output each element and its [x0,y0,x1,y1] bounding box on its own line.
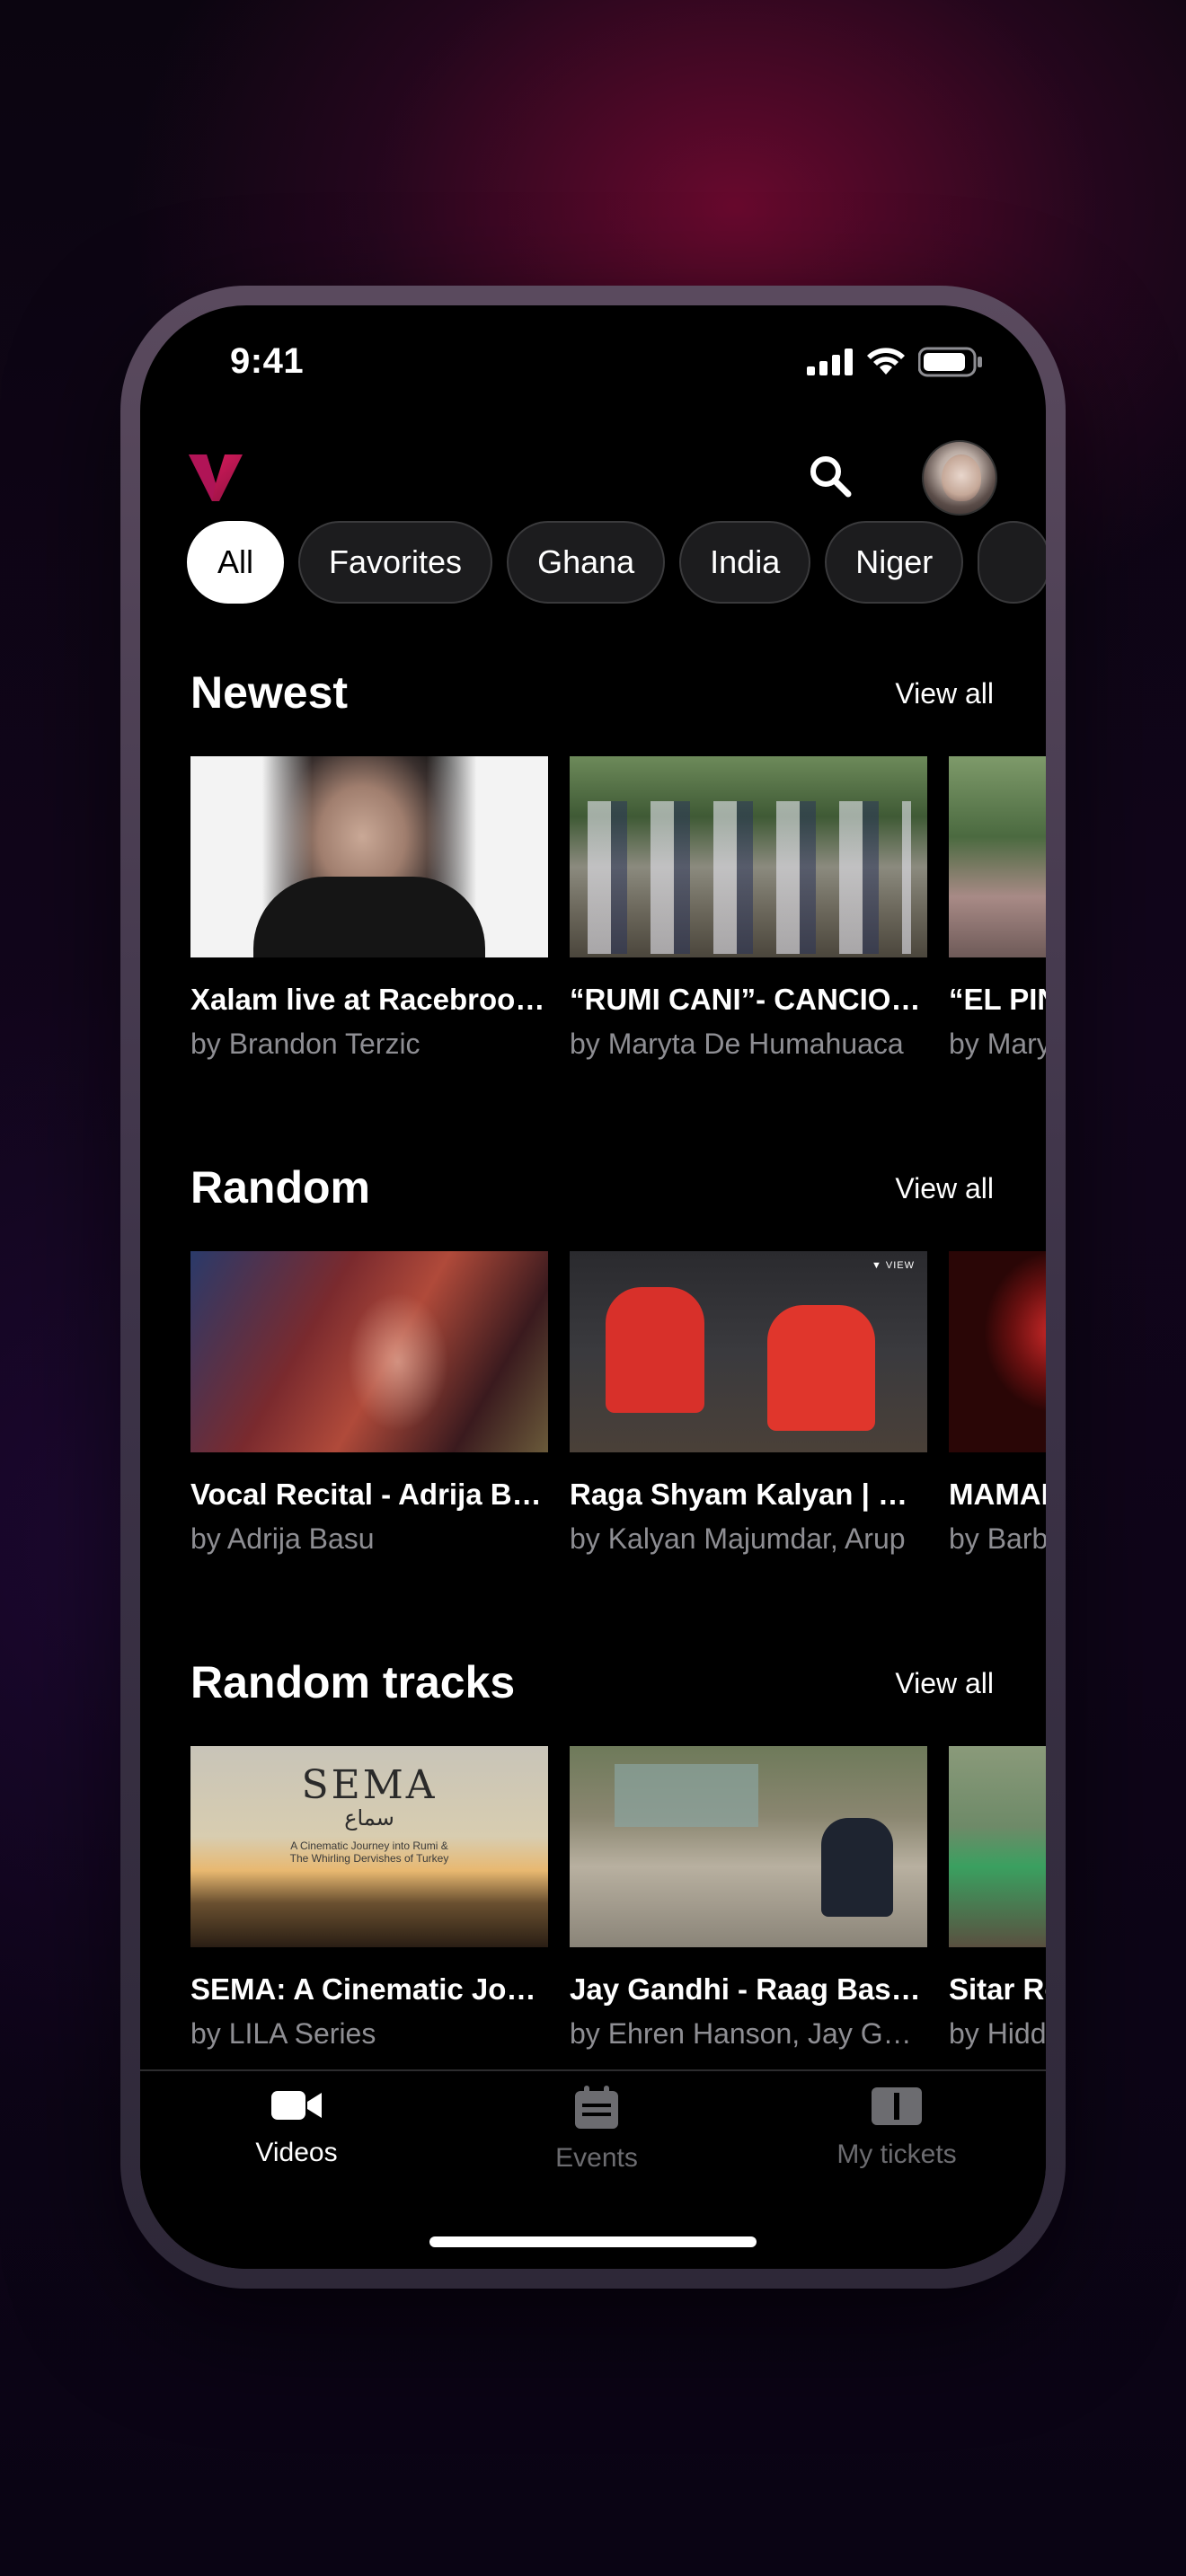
status-bar: 9:41 [140,305,1046,404]
video-author: by Ehren Hanson, Jay Gandhi [570,2017,927,2050]
user-avatar[interactable] [922,440,997,516]
tab-label: My tickets [836,2139,957,2169]
video-author: by Adrija Basu [190,1522,375,1555]
thumbnail-title-text: SEMA [301,1762,438,1808]
section-title: Random tracks [190,1657,516,1707]
video-title: “RUMI CANI”- CANCIONES [570,983,927,1016]
video-thumbnail[interactable] [949,1746,1046,1947]
video-card[interactable]: Jay Gandhi - Raag Basant by Ehren Hanson… [570,1746,927,2051]
video-author: by LILA Series [190,2017,376,2050]
video-card[interactable]: MAMAI by Barb [949,1251,1046,1556]
thumbnail-tagline-line: A Cinematic Journey into Rumi & [290,1839,448,1852]
view-all-link[interactable]: View all [895,1667,994,1700]
search-icon [810,456,852,498]
filter-chip-favorites[interactable]: Favorites [298,521,493,604]
battery-icon [918,347,982,377]
wifi-icon [867,348,905,375]
calendar-icon [575,2086,618,2129]
filter-chip-ghana[interactable]: Ghana [507,521,666,604]
video-author: by Hidd [949,2017,1046,2050]
tab-videos[interactable]: Videos [162,2086,431,2168]
video-row: Xalam live at Racebrook Studio by Brando… [190,756,1046,1061]
video-card[interactable]: “EL PIN by Mary [949,756,1046,1061]
video-author: by Maryta De Humahuaca [570,1028,904,1060]
home-indicator [429,2236,757,2247]
video-card[interactable]: Xalam live at Racebrook Studio by Brando… [190,756,548,1061]
video-title: Xalam live at Racebrook Studio [190,983,548,1016]
video-card[interactable]: ▼ VIEW Raga Shyam Kalyan | Kalyan by Kal… [570,1251,927,1556]
video-author: by Brandon Terzic [190,1028,420,1060]
filter-chip-india[interactable]: India [679,521,811,604]
tab-my-tickets[interactable]: My tickets [762,2086,1031,2170]
video-thumbnail[interactable] [949,756,1046,957]
video-thumbnail[interactable] [949,1251,1046,1452]
app-header [140,440,1046,530]
tab-label: Events [555,2143,638,2173]
thumbnail-tagline: A Cinematic Journey into Rumi & The Whir… [190,1839,548,1865]
video-title: Jay Gandhi - Raag Basant [570,1972,927,2006]
status-icons [807,347,983,377]
filter-chips: All Favorites Ghana India Niger [187,521,1046,604]
video-author: by Kalyan Majumdar, Arup [570,1522,906,1555]
video-thumbnail[interactable] [190,1251,548,1452]
video-camera-icon [271,2091,322,2120]
video-card[interactable]: “RUMI CANI”- CANCIONES by Maryta De Huma… [570,756,927,1061]
video-card[interactable]: Vocal Recital - Adrija Basu by Adrija Ba… [190,1251,548,1556]
video-thumbnail[interactable] [570,1746,927,1947]
thumbnail-tagline-line: The Whirling Dervishes of Turkey [289,1852,449,1865]
app-logo-icon[interactable] [187,447,244,505]
view-all-link[interactable]: View all [895,677,994,710]
video-thumbnail[interactable] [190,756,548,957]
video-title: SEMA: A Cinematic Journey [190,1972,548,2006]
tab-events[interactable]: Events [462,2086,731,2174]
section-title: Newest [190,667,349,718]
video-card[interactable]: SEMA سماع A Cinematic Journey into Rumi … [190,1746,548,2051]
video-title: “EL PIN [949,983,1046,1016]
section-title: Random [190,1162,370,1213]
video-author: by Barb [949,1522,1046,1555]
video-title: MAMAI [949,1478,1046,1511]
filter-chip-all[interactable]: All [187,521,285,604]
video-thumbnail[interactable]: ▼ VIEW [570,1251,927,1452]
filter-chip-niger[interactable]: Niger [825,521,964,604]
video-author: by Mary [949,1028,1046,1060]
video-thumbnail[interactable] [570,756,927,957]
video-thumbnail[interactable]: SEMA سماع A Cinematic Journey into Rumi … [190,1746,548,1947]
search-button[interactable] [803,449,857,503]
video-title: Raga Shyam Kalyan | Kalyan [570,1478,927,1511]
video-title: Sitar Re [949,1972,1046,2006]
watermark-logo: ▼ VIEW [871,1260,915,1271]
ticket-icon [872,2087,922,2125]
thumbnail-arabic-text: سماع [344,1805,394,1831]
status-time: 9:41 [230,341,305,381]
video-row: Vocal Recital - Adrija Basu by Adrija Ba… [190,1251,1046,1556]
cellular-signal-icon [807,348,853,375]
app-screen: 9:41 All Favorites Ghana India Niger New… [140,305,1046,2269]
view-all-link[interactable]: View all [895,1172,994,1205]
filter-chip-partial[interactable] [978,521,1046,604]
phone-frame: 9:41 All Favorites Ghana India Niger New… [120,286,1066,2289]
bottom-tab-bar: Videos Events My tickets [140,2069,1046,2269]
video-card[interactable]: Sitar Re by Hidd [949,1746,1046,2051]
video-title: Vocal Recital - Adrija Basu [190,1478,548,1511]
video-row: SEMA سماع A Cinematic Journey into Rumi … [190,1746,1046,2051]
tab-label: Videos [255,2138,338,2167]
